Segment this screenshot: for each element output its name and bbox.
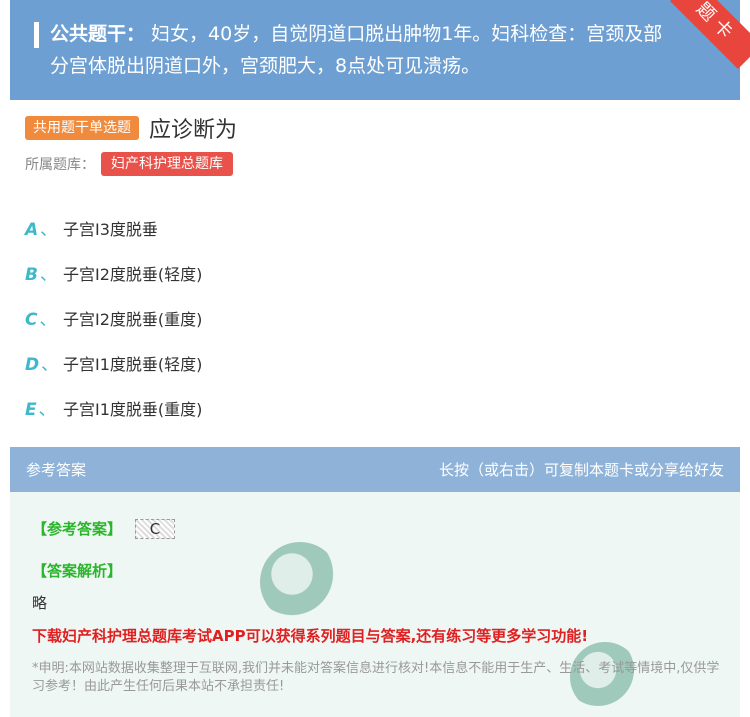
option-a[interactable]: A、 子宫I3度脱垂 xyxy=(25,205,202,250)
answer-value: C xyxy=(134,519,176,539)
option-text: 子宫I1度脱垂(轻度) xyxy=(63,354,203,374)
option-letter: D、 xyxy=(25,355,59,375)
option-text: 子宫I2度脱垂(重度) xyxy=(63,309,203,329)
question-stem: 公共题干： 妇女，40岁，自觉阴道口脱出肿物1年。妇科检查：宫颈及部分宫体脱出阴道… xyxy=(10,0,740,100)
bank-label: 所属题库： xyxy=(25,157,95,173)
stem-accent-bar xyxy=(34,22,39,48)
option-c[interactable]: C、 子宫I2度脱垂(重度) xyxy=(25,295,202,340)
options-list: A、 子宫I3度脱垂 B、 子宫I2度脱垂(轻度) C、 子宫I2度脱垂(重度)… xyxy=(25,205,202,430)
analysis-text: 略 xyxy=(32,594,48,612)
option-e[interactable]: E、 子宫I1度脱垂(重度) xyxy=(25,385,202,430)
question-type-badge: 共用题干单选题 xyxy=(25,116,139,140)
stem-label: 公共题干： xyxy=(50,23,146,45)
option-letter: A、 xyxy=(25,220,58,240)
option-text: 子宫I3度脱垂 xyxy=(63,219,158,239)
answer-header: 参考答案 长按（或右击）可复制本题卡或分享给好友 xyxy=(10,447,740,492)
option-text: 子宫I2度脱垂(轻度) xyxy=(63,264,203,284)
question-title: 应诊断为 xyxy=(149,118,238,143)
answer-header-title: 参考答案 xyxy=(26,461,87,479)
watermark-logo-icon xyxy=(260,542,340,622)
bank-tag[interactable]: 妇产科护理总题库 xyxy=(101,152,233,176)
stem-text-block: 公共题干： 妇女，40岁，自觉阴道口脱出肿物1年。妇科检查：宫颈及部分宫体脱出阴道… xyxy=(40,18,670,82)
answer-line: 【参考答案】 C xyxy=(32,518,176,539)
question-header: 共用题干单选题 应诊断为 xyxy=(25,112,237,144)
analysis-label-line: 【答案解析】 xyxy=(32,560,122,581)
option-letter: B、 xyxy=(25,265,57,285)
option-letter: E、 xyxy=(25,400,56,420)
share-hint: 长按（或右击）可复制本题卡或分享给好友 xyxy=(438,461,724,479)
answer-body: 【参考答案】 C 【答案解析】 略 下载妇产科护理总题库考试APP可以获得系列题… xyxy=(10,492,740,717)
option-letter: C、 xyxy=(25,310,57,330)
answer-label: 【参考答案】 xyxy=(32,520,123,538)
option-d[interactable]: D、 子宫I1度脱垂(轻度) xyxy=(25,340,202,385)
app-promo-link[interactable]: 下载妇产科护理总题库考试APP可以获得系列题目与答案,还有练习等更多学习功能! xyxy=(32,625,588,646)
analysis-label: 【答案解析】 xyxy=(32,562,123,580)
bank-row: 所属题库： 妇产科护理总题库 xyxy=(25,152,233,176)
option-b[interactable]: B、 子宫I2度脱垂(轻度) xyxy=(25,250,202,295)
disclaimer: *申明:本网站数据收集整理于互联网,我们并未能对答案信息进行核对!本信息不能用于… xyxy=(32,661,720,694)
option-text: 子宫I1度脱垂(重度) xyxy=(63,399,203,419)
